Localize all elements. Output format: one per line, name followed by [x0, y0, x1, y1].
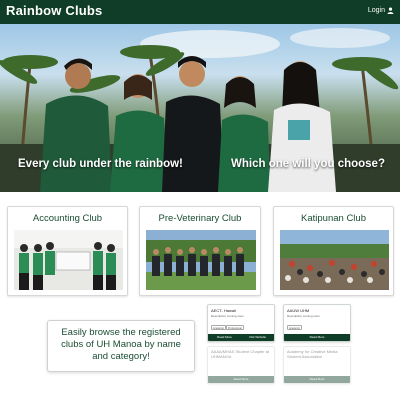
mini-card-actions: Read More [284, 334, 350, 341]
mini-club-card[interactable]: AAAA/MHAS Student Chapter at UHMANOA Rea… [207, 346, 275, 384]
read-more-button[interactable]: Read More [208, 376, 274, 383]
category-tag: Professional [226, 325, 244, 330]
category-tag: Academic [287, 325, 302, 330]
category-tag: Academic [211, 325, 226, 330]
club-card-katipunan[interactable]: Katipunan Club [273, 206, 394, 296]
read-more-button[interactable]: Read More [208, 334, 241, 341]
club-photo [14, 230, 123, 290]
login-button[interactable]: Login [368, 7, 394, 14]
navbar: Rainbow Clubs Login [0, 0, 400, 24]
mini-card-title: AAAA/MHAS Student Chapter at UHMANOA [211, 349, 270, 359]
read-more-button[interactable]: Read More [284, 334, 350, 341]
club-card-accounting[interactable]: Accounting Club [7, 206, 128, 296]
mini-card-actions: Read More Visit Website [208, 334, 274, 341]
mini-card-description: Description coming soon [211, 314, 244, 318]
mini-card-title: AECT- Hawaii [211, 308, 236, 313]
mini-card-actions: Read More [208, 376, 274, 383]
brand-logo-text[interactable]: Rainbow Clubs [6, 3, 103, 18]
mini-club-card[interactable]: AECT- Hawaii Description coming soon Aca… [207, 304, 275, 342]
club-card-title: Accounting Club [32, 213, 103, 224]
read-more-button[interactable]: Read More [284, 376, 350, 383]
hero-tagline-right: Which one will you choose? [231, 158, 385, 170]
mini-card-actions: Read More [284, 376, 350, 383]
mini-club-card[interactable]: AAUW UHM Description coming soon Academi… [283, 304, 351, 342]
browse-description: Easily browse the registered clubs of UH… [61, 327, 181, 362]
club-card-title: Katipunan Club [301, 213, 366, 224]
mini-card-description: Description coming soon [287, 314, 320, 318]
browse-info-box: Easily browse the registered clubs of UH… [47, 320, 195, 372]
club-card-title: Pre-Veterinary Club [158, 213, 242, 224]
club-photo [280, 230, 389, 290]
visit-website-button[interactable]: Visit Website [241, 334, 274, 341]
user-icon [387, 7, 394, 14]
club-photo [146, 230, 256, 290]
mini-card-title: AAUW UHM [287, 308, 310, 313]
club-card-pre-veterinary[interactable]: Pre-Veterinary Club [139, 206, 261, 296]
hero-banner: Every club under the rainbow! Which one … [0, 24, 400, 192]
mini-card-title: Academy for Creative Media Student Assoc… [287, 349, 338, 359]
login-label: Login [367, 7, 385, 14]
mini-club-card[interactable]: Academy for Creative Media Student Assoc… [283, 346, 351, 384]
hero-tagline-left: Every club under the rainbow! [18, 158, 183, 170]
